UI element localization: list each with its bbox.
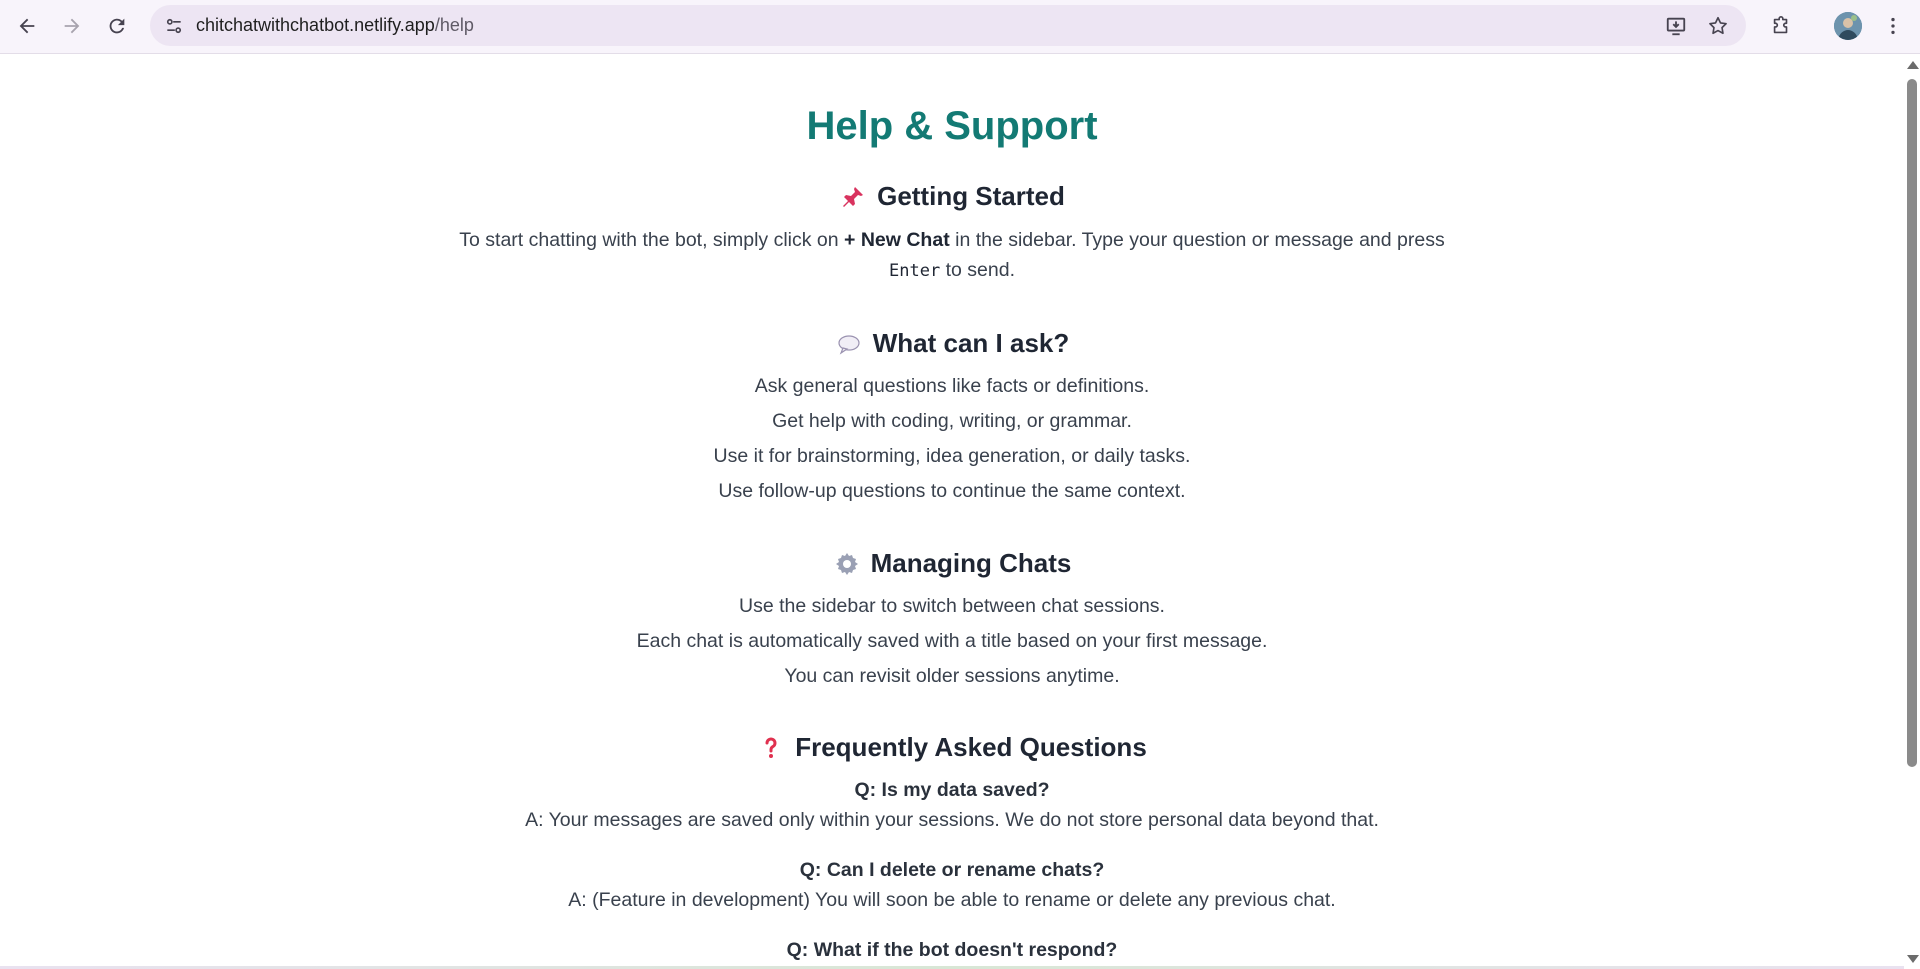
faq-question: Q: Can I delete or rename chats? <box>799 859 1105 881</box>
faq-question: Q: What if the bot doesn't respond? <box>786 939 1118 961</box>
section-managing-chats-label: Managing Chats <box>870 548 1072 578</box>
question-mark-icon <box>757 734 785 762</box>
page-scrollbar[interactable] <box>1904 55 1920 969</box>
section-what-can-i-ask-label: What can I ask? <box>872 328 1070 358</box>
back-button[interactable] <box>9 8 45 44</box>
section-what-can-i-ask-heading: What can I ask? <box>0 328 1904 359</box>
getting-started-text-part: To start chatting with the bot, simply c… <box>459 229 845 251</box>
enter-key-code: Enter <box>889 261 941 281</box>
puzzle-icon <box>1773 16 1788 34</box>
faq-question: Q: Is my data saved? <box>854 779 1050 801</box>
page-title: Help & Support <box>806 104 1098 148</box>
url-text[interactable]: chitchatwithchatbot.netlify.app/help <box>196 15 474 36</box>
pushpin-icon <box>839 183 867 211</box>
install-app-icon <box>1666 17 1686 36</box>
scroll-thumb[interactable] <box>1907 79 1917 767</box>
back-arrow-icon <box>19 18 35 34</box>
kebab-menu-icon <box>1891 17 1895 35</box>
faq-answer: A: (Feature in development) You will soo… <box>568 889 1336 911</box>
bookmark-button[interactable] <box>1702 10 1734 42</box>
managing-item: Each chat is automatically saved with a … <box>636 630 1268 652</box>
faq-answer: A: Your messages are saved only within y… <box>525 809 1379 831</box>
scroll-up-arrow-icon[interactable] <box>1907 61 1919 69</box>
ask-item: Use it for brainstorming, idea generatio… <box>713 445 1191 467</box>
managing-item: Use the sidebar to switch between chat s… <box>739 595 1165 617</box>
url-host: chitchatwithchatbot.netlify.app <box>196 15 435 35</box>
section-faq-label: Frequently Asked Questions <box>795 732 1147 762</box>
menu-button[interactable] <box>1876 9 1910 43</box>
install-app-button[interactable] <box>1660 10 1692 42</box>
extensions-button[interactable] <box>1764 9 1798 43</box>
new-chat-emphasis: + New Chat <box>844 229 950 251</box>
scroll-down-arrow-icon[interactable] <box>1907 955 1919 963</box>
gear-icon <box>833 550 861 578</box>
getting-started-text-part: to send. <box>940 259 1015 281</box>
managing-item: You can revisit older sessions anytime. <box>784 665 1120 687</box>
site-settings-icon <box>166 18 182 34</box>
section-managing-chats-heading: Managing Chats <box>0 548 1904 579</box>
speech-bubble-icon <box>835 330 863 358</box>
forward-arrow-icon <box>64 18 80 34</box>
profile-avatar[interactable] <box>1834 12 1862 40</box>
ask-item: Ask general questions like facts or defi… <box>754 375 1150 397</box>
star-icon <box>1709 16 1727 35</box>
ask-item: Get help with coding, writing, or gramma… <box>772 410 1132 432</box>
browser-toolbar: chitchatwithchatbot.netlify.app/help <box>0 0 1920 54</box>
section-getting-started-label: Getting Started <box>877 181 1065 211</box>
reload-icon <box>109 18 125 34</box>
site-info-button[interactable] <box>158 10 190 42</box>
getting-started-text: To start chatting with the bot, simply c… <box>0 225 1904 286</box>
section-faq-heading: Frequently Asked Questions <box>0 732 1904 763</box>
reload-button[interactable] <box>99 8 135 44</box>
getting-started-text-part: in the sidebar. Type your question or me… <box>949 229 1445 251</box>
section-getting-started-heading: Getting Started <box>0 181 1904 212</box>
url-path: /help <box>434 15 474 35</box>
avatar-image <box>1834 12 1862 40</box>
ask-item: Use follow-up questions to continue the … <box>718 480 1186 502</box>
address-bar[interactable]: chitchatwithchatbot.netlify.app/help <box>150 5 1746 46</box>
forward-button[interactable] <box>54 8 90 44</box>
help-page: Help & Support Getting Started To start … <box>0 55 1904 969</box>
